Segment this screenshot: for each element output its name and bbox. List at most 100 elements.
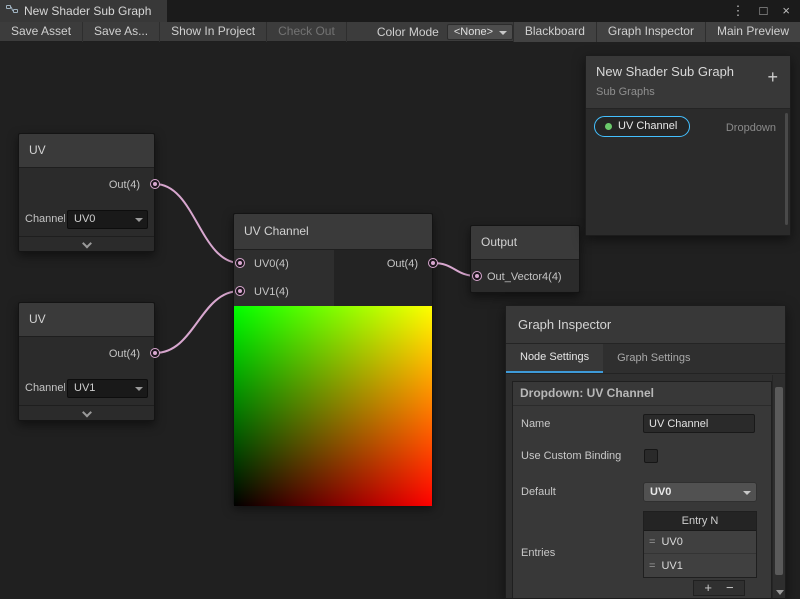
tab-title: New Shader Sub Graph bbox=[24, 4, 151, 18]
inspector-scrollbar[interactable] bbox=[772, 375, 785, 598]
blackboard-item-row: UV Channel Dropdown bbox=[586, 109, 790, 144]
blackboard-toggle-button[interactable]: Blackboard bbox=[513, 22, 596, 42]
node-uv-bottom[interactable]: UV Out(4) Channel UV1 bbox=[18, 302, 155, 421]
channel-row: Channel UV1 bbox=[19, 371, 154, 405]
node-output-row: Out(4) bbox=[19, 168, 154, 202]
close-icon[interactable]: × bbox=[782, 0, 790, 22]
main-preview-toggle-button[interactable]: Main Preview bbox=[705, 22, 800, 42]
chevron-down-icon bbox=[743, 491, 751, 495]
node-body: UV0(4) UV1(4) Out(4) bbox=[234, 250, 432, 306]
node-uv-channel[interactable]: UV Channel UV0(4) UV1(4) Out(4) bbox=[233, 213, 433, 505]
edge-uv1-to-uvchannel[interactable] bbox=[155, 291, 240, 353]
entries-list-header: Entry N bbox=[644, 512, 756, 531]
document-tab[interactable]: New Shader Sub Graph bbox=[0, 0, 167, 22]
blackboard-item-type: Dropdown bbox=[726, 122, 776, 134]
entries-label: Entries bbox=[521, 547, 555, 559]
default-dropdown[interactable]: UV0 bbox=[643, 482, 757, 502]
collapse-strip[interactable] bbox=[19, 405, 154, 421]
exposed-dot-icon bbox=[605, 123, 612, 130]
blackboard-header[interactable]: New Shader Sub Graph Sub Graphs + bbox=[586, 56, 790, 109]
name-field-row: Name bbox=[513, 414, 771, 446]
edge-uv0-to-uvchannel[interactable] bbox=[155, 184, 240, 263]
tab-node-settings[interactable]: Node Settings bbox=[506, 344, 603, 373]
show-in-project-button[interactable]: Show In Project bbox=[160, 22, 267, 42]
graph-inspector-toggle-button[interactable]: Graph Inspector bbox=[596, 22, 705, 42]
scroll-down-arrow-icon[interactable] bbox=[776, 590, 784, 595]
port-uvchannel-in-uv1[interactable] bbox=[235, 286, 245, 296]
titlebar: New Shader Sub Graph ⋮ □ × bbox=[0, 0, 800, 22]
drag-handle-icon[interactable]: = bbox=[644, 560, 661, 572]
dropdown-settings-group: Dropdown: UV Channel Name Use Custom Bin… bbox=[512, 381, 772, 599]
port-uvchannel-out[interactable] bbox=[428, 258, 438, 268]
custom-binding-row: Use Custom Binding bbox=[513, 446, 771, 482]
entries-list-footer: + − bbox=[693, 580, 745, 596]
input-row: Out_Vector4(4) bbox=[471, 260, 579, 294]
channel-label: Channel bbox=[25, 213, 65, 225]
node-title[interactable]: Output bbox=[471, 226, 579, 260]
channel-row: Channel UV0 bbox=[19, 202, 154, 236]
save-asset-button[interactable]: Save Asset bbox=[0, 22, 83, 42]
chevron-down-icon bbox=[499, 31, 507, 35]
channel-value: UV1 bbox=[74, 382, 95, 394]
unity-shader-graph-window: New Shader Sub Graph ⋮ □ × Save Asset Sa… bbox=[0, 0, 800, 599]
node-output-row: Out(4) bbox=[19, 337, 154, 371]
name-input[interactable] bbox=[643, 414, 755, 433]
entry-label: UV1 bbox=[661, 560, 682, 572]
node-title[interactable]: UV bbox=[19, 303, 154, 337]
entry-label: UV0 bbox=[661, 536, 682, 548]
use-custom-binding-checkbox[interactable] bbox=[644, 449, 658, 463]
remove-entry-button[interactable]: − bbox=[726, 581, 734, 595]
add-entry-button[interactable]: + bbox=[704, 581, 712, 595]
group-title: Dropdown: UV Channel bbox=[513, 382, 771, 406]
drag-handle-icon[interactable]: = bbox=[644, 536, 661, 548]
port-uv-top-out[interactable] bbox=[150, 179, 160, 189]
node-uv-top[interactable]: UV Out(4) Channel UV0 bbox=[18, 133, 155, 252]
scrollbar-thumb[interactable] bbox=[775, 387, 783, 575]
uv-preview-gradient bbox=[234, 306, 432, 506]
toolbar-right-group: Blackboard Graph Inspector Main Preview bbox=[513, 22, 800, 42]
blackboard-subtitle: Sub Graphs bbox=[596, 86, 655, 98]
collapse-chevron-icon bbox=[82, 408, 92, 418]
input-row-uv0: UV0(4) bbox=[234, 250, 334, 278]
entry-row-uv1[interactable]: = UV1 bbox=[644, 554, 756, 577]
channel-value: UV0 bbox=[74, 213, 95, 225]
name-label: Name bbox=[521, 417, 550, 431]
channel-label: Channel bbox=[25, 382, 65, 394]
node-output[interactable]: Output Out_Vector4(4) bbox=[470, 225, 580, 293]
inspector-title[interactable]: Graph Inspector bbox=[506, 306, 785, 344]
output-row: Out(4) bbox=[387, 250, 418, 278]
input-slots: UV0(4) UV1(4) bbox=[234, 250, 334, 306]
node-title[interactable]: UV bbox=[19, 134, 154, 168]
node-title[interactable]: UV Channel bbox=[234, 214, 432, 250]
graph-canvas[interactable]: UV Out(4) Channel UV0 UV Out(4) Channel … bbox=[0, 42, 800, 599]
save-as-button[interactable]: Save As... bbox=[83, 22, 160, 42]
port-output-in[interactable] bbox=[472, 271, 482, 281]
channel-dropdown[interactable]: UV1 bbox=[67, 379, 148, 398]
chevron-down-icon bbox=[135, 218, 143, 222]
entry-row-uv0[interactable]: = UV0 bbox=[644, 531, 756, 554]
blackboard-item-label: UV Channel bbox=[618, 120, 677, 132]
blackboard-scrollbar[interactable] bbox=[785, 113, 788, 225]
chevron-down-icon bbox=[135, 387, 143, 391]
blackboard-item-uv-channel[interactable]: UV Channel bbox=[594, 116, 690, 137]
default-label: Default bbox=[521, 485, 556, 499]
blackboard-content: UV Channel Dropdown bbox=[586, 109, 790, 235]
menu-icon[interactable]: ⋮ bbox=[732, 0, 745, 22]
port-uvchannel-in-uv0[interactable] bbox=[235, 258, 245, 268]
shader-graph-icon bbox=[6, 2, 18, 20]
color-mode-label: Color Mode bbox=[347, 25, 447, 39]
use-custom-binding-label: Use Custom Binding bbox=[521, 449, 631, 463]
port-uv-bottom-out[interactable] bbox=[150, 348, 160, 358]
channel-dropdown[interactable]: UV0 bbox=[67, 210, 148, 229]
color-mode-dropdown[interactable]: <None> bbox=[447, 24, 513, 40]
tab-graph-settings[interactable]: Graph Settings bbox=[603, 344, 704, 373]
collapse-chevron-icon bbox=[82, 239, 92, 249]
check-out-button: Check Out bbox=[267, 22, 347, 42]
collapse-strip[interactable] bbox=[19, 236, 154, 252]
add-property-button[interactable]: + bbox=[767, 68, 778, 86]
maximize-icon[interactable]: □ bbox=[760, 0, 768, 22]
blackboard-panel: New Shader Sub Graph Sub Graphs + UV Cha… bbox=[585, 55, 791, 236]
toolbar: Save Asset Save As... Show In Project Ch… bbox=[0, 22, 800, 42]
default-value: UV0 bbox=[650, 486, 671, 498]
inspector-tabs: Node Settings Graph Settings bbox=[506, 344, 785, 374]
